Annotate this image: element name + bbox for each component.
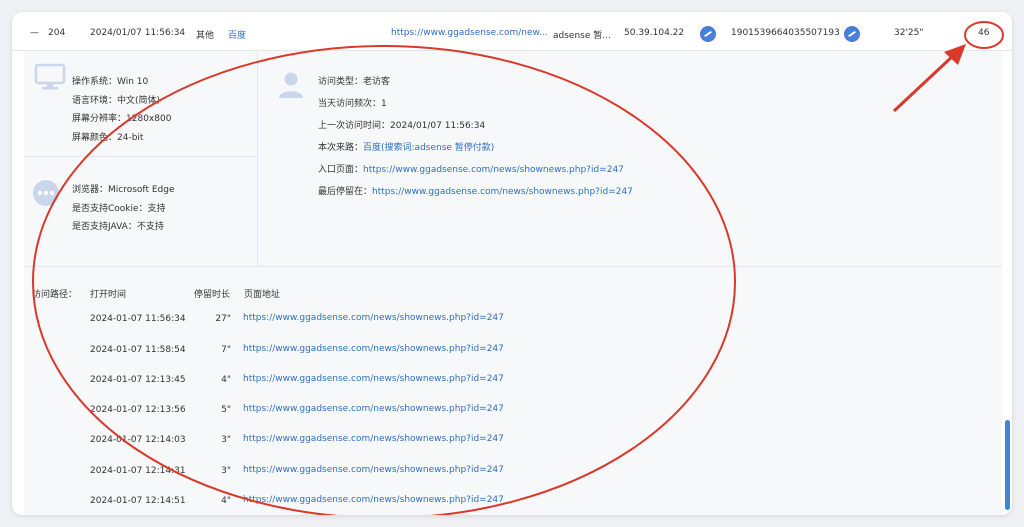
annotation-overlay [32,21,1004,515]
annotation-count-circle [964,21,1004,49]
annotation-arrow-shaft [892,52,957,113]
annotation-ellipse [32,45,736,515]
visitor-detail-card: — 204 2024/01/07 11:56:34 其他 百度 https://… [12,12,1012,515]
